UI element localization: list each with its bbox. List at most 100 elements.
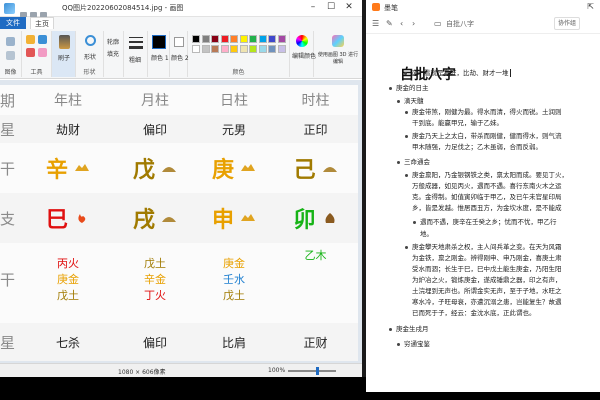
branch-cell: 卯 xyxy=(273,193,358,243)
hidden-stems-cell: 庚金 壬水 戊土 xyxy=(195,243,273,315)
collab-button[interactable]: 协作组 xyxy=(554,17,581,30)
note-list-item[interactable]: 庚金生戌月 xyxy=(396,324,429,334)
edit-colors-button[interactable]: 编辑颜色 xyxy=(290,31,316,77)
pin-icon[interactable]: ⇱ xyxy=(587,2,594,11)
zoom-level: 100% xyxy=(268,367,286,374)
maximize-icon[interactable]: ☐ xyxy=(322,2,340,12)
brush-icon xyxy=(59,35,70,49)
select-icon[interactable] xyxy=(6,37,15,46)
shapes-icon[interactable] xyxy=(85,35,96,46)
folder-icon[interactable]: ▭ xyxy=(434,19,442,28)
note-list-item[interactable]: 为金铁，禀之刚金。辨得刚申、申乃刚金，喜庚土肃 xyxy=(412,253,562,263)
note-list-item[interactable]: 庚金乃天上之太白，带杀而刚健，健而得水，则气流 xyxy=(412,131,562,141)
note-list-item[interactable]: 万般成器，如见丙火，遇而不遇。喜行东南火木之运 xyxy=(412,181,562,191)
quick-access-toolbar xyxy=(20,4,60,19)
hidden-stems-list: 丙火 庚金 戊土 xyxy=(57,257,79,302)
palette-swatch[interactable] xyxy=(249,35,257,43)
note-list-item[interactable]: 土浣埋到无声也。所谓金实无声，至于子地，水旺之 xyxy=(412,286,562,296)
ten-god: 偏印 xyxy=(142,335,167,350)
crop-icon[interactable] xyxy=(6,51,15,60)
header-year: 年柱 xyxy=(54,93,82,109)
note-list-item[interactable]: 寒水冷，子旺母衰，亦遭沉溺之患，岂能复生？故遇 xyxy=(412,297,562,307)
note-list-item[interactable]: 地。 xyxy=(420,229,433,239)
palette-swatch[interactable] xyxy=(192,45,200,53)
palette-swatch[interactable] xyxy=(277,45,286,53)
gold-ingot-icon xyxy=(241,164,255,171)
fill-bucket-icon[interactable] xyxy=(38,35,47,44)
note-list-item[interactable]: 滴天髓 xyxy=(404,96,424,106)
note-list-item[interactable]: 穷通宝鉴 xyxy=(404,339,430,349)
note-list-item[interactable]: 三命通会 xyxy=(404,157,430,167)
note-list-item[interactable]: 庚金的日主 xyxy=(396,83,429,93)
note-list-item[interactable]: 克。金得制。如值寅卯临于甲乙，及已午未官星印局 xyxy=(412,192,562,202)
note-list-item[interactable]: 庚金禀阳，乃金银钢铁之类，禀太阳而成。要见丁火， xyxy=(412,170,568,180)
bullet-icon xyxy=(389,87,392,90)
palette-swatch[interactable] xyxy=(220,35,229,43)
palette-swatch[interactable] xyxy=(258,35,267,43)
palette-swatch[interactable] xyxy=(192,35,200,43)
paint-app-icon xyxy=(4,3,15,14)
hidden-stem: 乙木 xyxy=(304,249,327,262)
color2-button[interactable]: 颜色 2 xyxy=(170,31,189,77)
heavenly-stems-row: 干 辛 戊 庚 己 xyxy=(0,143,358,193)
canvas-area[interactable]: 期 年柱 月柱 日柱 时柱 星 劫财 偏印 元男 正印 干 辛 戊 庚 己 支 … xyxy=(0,80,362,363)
ten-god: 正印 xyxy=(303,122,328,137)
breadcrumb[interactable]: 自批八字 xyxy=(446,19,474,29)
palette-swatch[interactable] xyxy=(268,45,276,53)
tab-home[interactable]: 主页 xyxy=(30,17,54,29)
note-list-item[interactable]: 甲木随强，力足伐之；乙木虽弱，合而反弱。 xyxy=(412,142,542,152)
menu-icon[interactable]: ☰ xyxy=(372,19,379,28)
palette-swatch[interactable] xyxy=(239,45,248,53)
zoom-slider-thumb[interactable] xyxy=(316,367,319,375)
minimize-icon[interactable]: – xyxy=(304,2,322,12)
ribbon-group-label: 图像 xyxy=(4,69,17,76)
note-list-item[interactable]: 庚金攀天地肃杀之权，主人间兵革之变。在天为风霜 xyxy=(412,242,562,252)
size-button[interactable]: 粗细 xyxy=(124,31,148,77)
color1-button[interactable]: 颜色 1 xyxy=(148,31,170,77)
ten-god: 七杀 xyxy=(55,335,80,350)
new-note-icon[interactable]: ✎ xyxy=(386,19,393,28)
paint-status-bar: 1080 × 606像素 100% xyxy=(0,363,362,377)
palette-swatch[interactable] xyxy=(239,35,248,43)
palette-swatch[interactable] xyxy=(211,45,219,53)
pencil-icon[interactable] xyxy=(26,35,35,44)
note-content[interactable]: 自批八字 这一看就是身旺，比劫、财才一堆 庚金的日主 滴天髓 庚金带煞，刚健为最。得水… xyxy=(366,34,600,392)
palette-swatch[interactable] xyxy=(211,35,219,43)
palette-swatch[interactable] xyxy=(249,45,257,53)
hidden-stem: 丙火 xyxy=(57,256,79,270)
paint3d-button[interactable]: 使用画图 3D 进行编辑 xyxy=(314,31,362,77)
note-list-item[interactable]: 庚金带煞，刚健为最。得水而清，得火而锐。土润则 xyxy=(412,107,562,117)
palette-swatch[interactable] xyxy=(258,45,267,53)
note-list-item[interactable]: 干到底。能赢甲兄，输于乙妹。 xyxy=(412,118,503,128)
note-list-item[interactable]: 为炉冶之火，锻炼庚金，遂成锤鼎之器，印之有声， xyxy=(412,275,562,285)
note-list-item[interactable]: 这一看就是身旺，比劫、财才一堆 xyxy=(411,68,511,78)
fill-button[interactable]: 填充 xyxy=(107,49,119,58)
note-list-item[interactable]: 乡，皆是发越。惟居酉丑方，为金坎水度，是不能成 xyxy=(412,203,562,213)
text-icon[interactable] xyxy=(26,48,35,57)
bullet-icon xyxy=(397,161,400,164)
eraser-icon[interactable] xyxy=(38,48,47,57)
palette-swatch[interactable] xyxy=(230,45,238,53)
palette-swatch[interactable] xyxy=(230,35,238,43)
back-icon[interactable]: ‹ xyxy=(400,19,403,28)
file-menu-button[interactable]: 文件 xyxy=(0,17,26,29)
forward-icon[interactable]: › xyxy=(412,19,415,28)
note-list-item[interactable]: 遇而不遇，庚辛在壬癸之乡；忧而不忧，甲乙行 xyxy=(420,217,557,227)
palette-swatch[interactable] xyxy=(201,35,210,43)
palette-swatch[interactable] xyxy=(201,45,210,53)
close-icon[interactable]: ✕ xyxy=(340,2,358,12)
palette-swatch[interactable] xyxy=(220,45,229,53)
outline-button[interactable]: 轮廓 xyxy=(107,37,119,46)
size-label: 粗细 xyxy=(129,57,142,64)
bullet-icon xyxy=(405,246,408,249)
zoom-slider-track[interactable] xyxy=(288,370,336,372)
bullet-icon xyxy=(405,111,408,114)
brush-button[interactable]: 刷子 xyxy=(52,31,76,77)
color1-swatch xyxy=(152,35,166,49)
note-list-item[interactable]: 受水而涸；长生于巳，巳中戊土能生庚金，乃阳生阳 xyxy=(412,264,562,274)
palette-swatch[interactable] xyxy=(268,35,276,43)
palette-swatch[interactable] xyxy=(277,35,286,43)
note-list-item[interactable]: 已而死于子，经云：金沈水底，正此谓也。 xyxy=(412,308,536,318)
bullet-icon xyxy=(405,135,408,138)
ten-god: 劫财 xyxy=(55,122,80,137)
